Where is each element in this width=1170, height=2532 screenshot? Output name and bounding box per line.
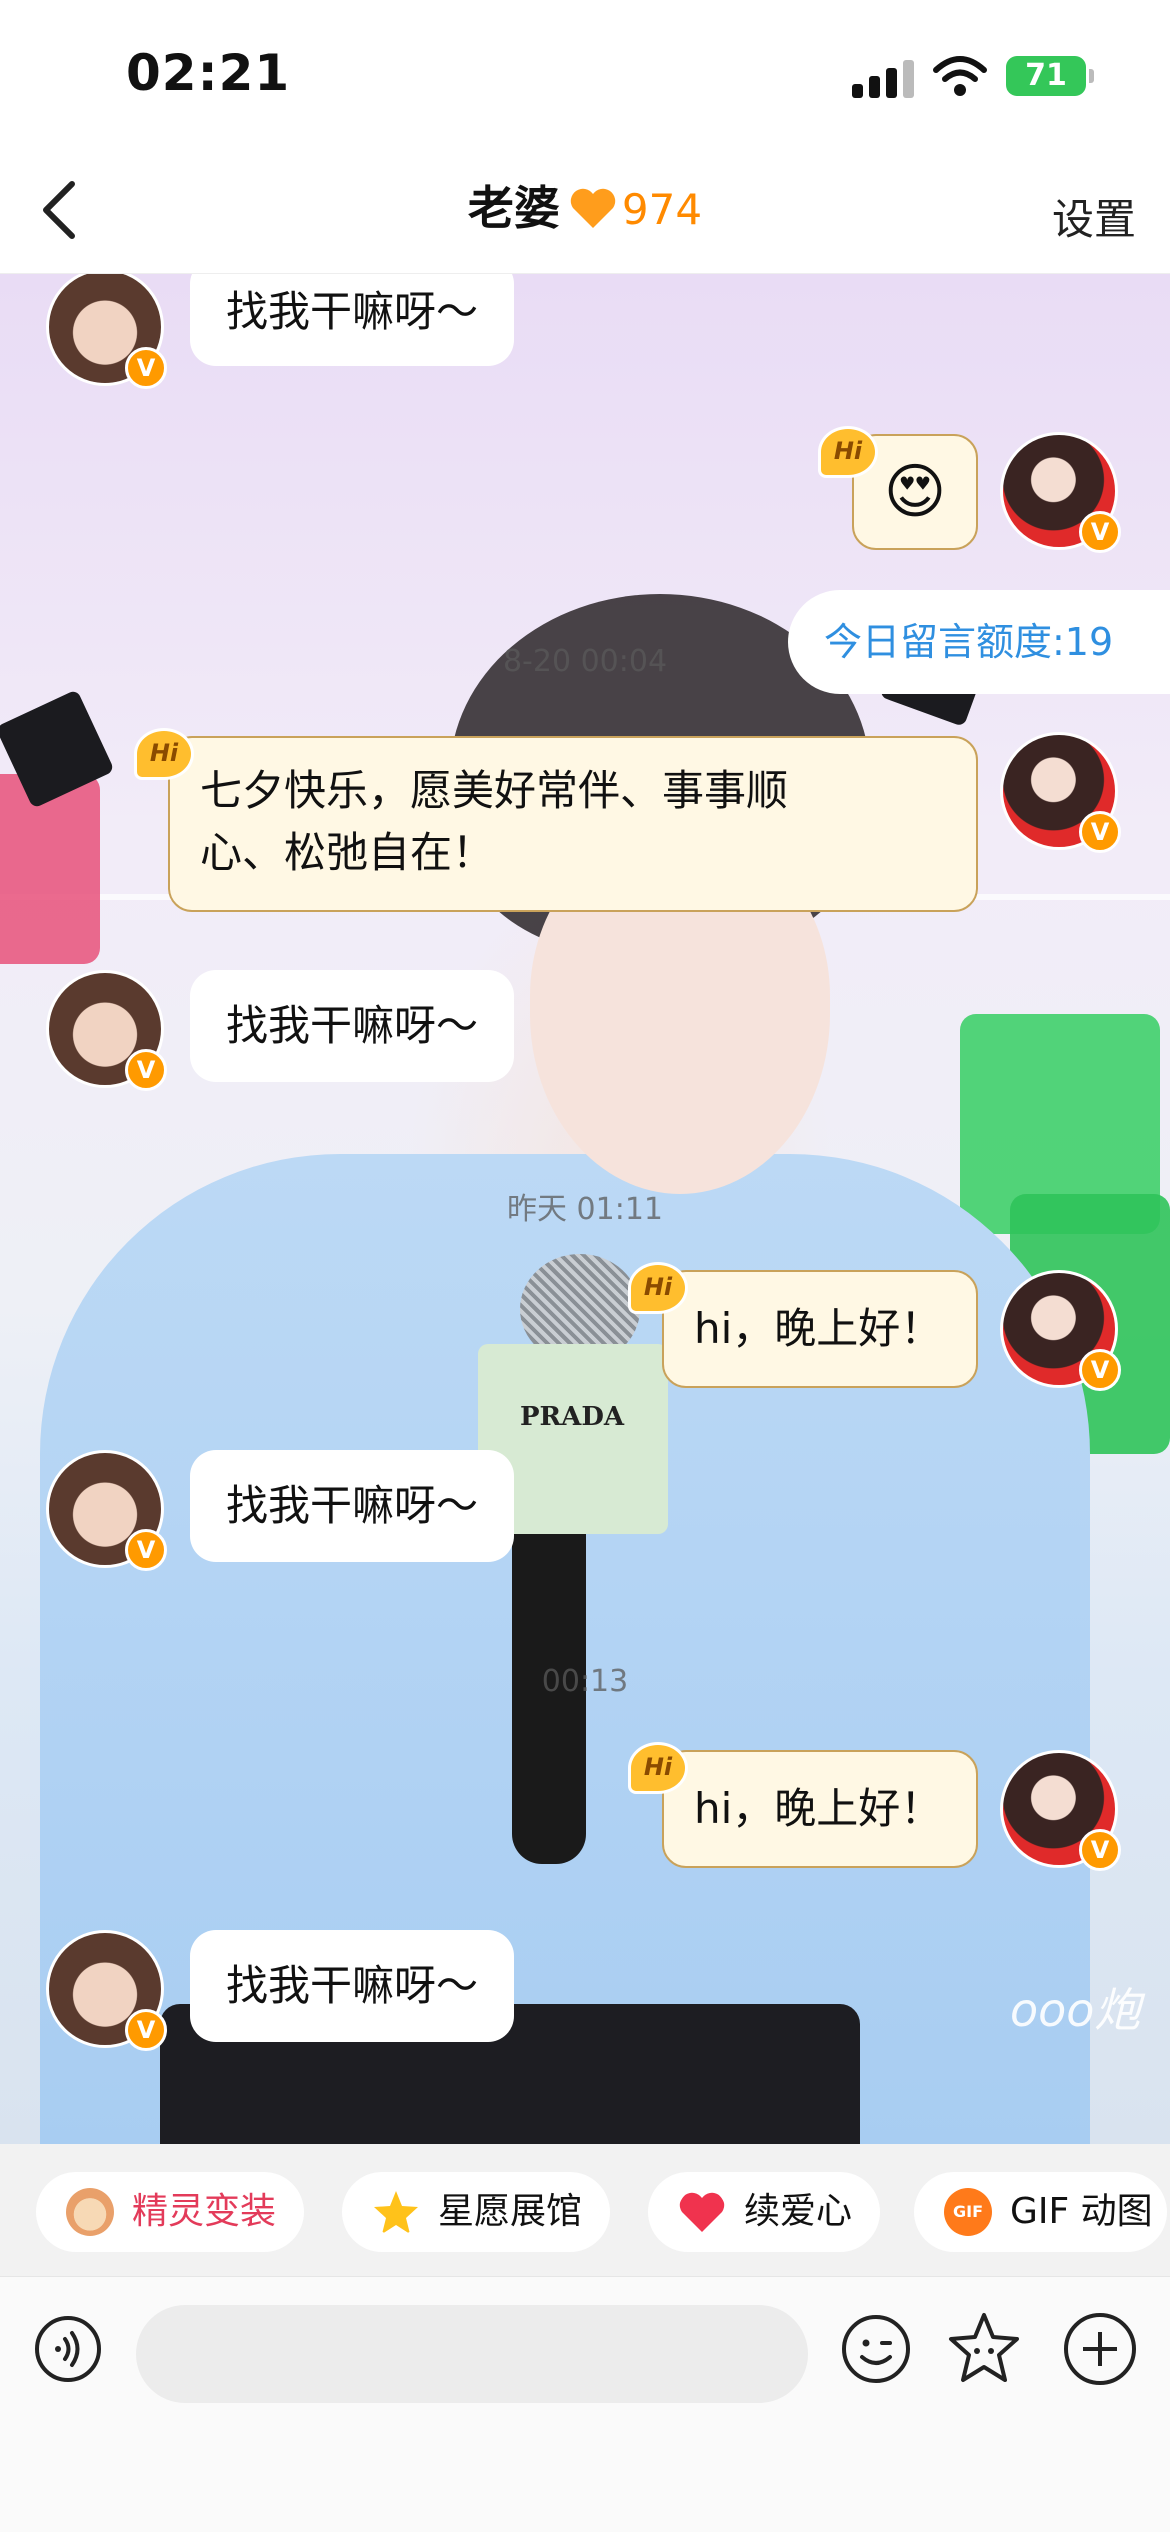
cellular-signal-icon (852, 58, 916, 98)
verified-badge: V (1079, 511, 1121, 553)
verified-badge: V (125, 1049, 167, 1091)
message-bubble[interactable]: 找我干嘛呀～ (190, 1450, 515, 1562)
verified-badge: V (125, 347, 167, 389)
star-sticker-icon[interactable] (944, 2309, 1024, 2389)
intimacy-score: 974 (621, 185, 703, 234)
hi-badge: Hi (134, 728, 194, 780)
message-bubble[interactable]: hi，晚上好！ (662, 1270, 978, 1388)
message-bubble[interactable]: 七夕快乐，愿美好常伴、事事顺 心、松弛自在！ (168, 736, 978, 912)
voice-icon[interactable] (34, 2315, 102, 2383)
gif-icon: GIF (944, 2188, 992, 2236)
input-bar (0, 2276, 1170, 2532)
verified-badge: V (1079, 1349, 1121, 1391)
wifi-icon (933, 56, 987, 96)
background-mic-handle (512, 1534, 586, 1864)
status-time: 02:21 (126, 44, 291, 102)
heart-icon (570, 188, 616, 228)
battery-icon: 71 (1006, 56, 1094, 96)
avatar[interactable]: V (46, 1450, 167, 1571)
chip-label: 续爱心 (744, 2191, 853, 2232)
avatar[interactable]: V (46, 274, 167, 389)
chip-label: 星愿展馆 (438, 2191, 583, 2232)
avatar[interactable]: V (1000, 432, 1121, 553)
message-bubble[interactable]: hi，晚上好！ (662, 1750, 978, 1868)
timestamp: 00:13 (541, 1664, 629, 1699)
hi-badge: Hi (628, 1262, 688, 1314)
chip-label: 精灵变装 (132, 2191, 277, 2232)
message-text-line: 七夕快乐，愿美好常伴、事事顺 (200, 766, 789, 815)
monkey-icon (66, 2188, 114, 2236)
hi-badge: Hi (628, 1742, 688, 1794)
status-bar: 02:21 71 (0, 0, 1170, 150)
chip-label: GIF 动图 (1010, 2191, 1153, 2232)
avatar[interactable]: V (1000, 1270, 1121, 1391)
nav-title-group: 老婆 974 (0, 174, 1170, 244)
hi-badge: Hi (818, 426, 878, 478)
chip-gif[interactable]: GIF GIF 动图 (914, 2172, 1167, 2252)
avatar[interactable]: V (1000, 732, 1121, 853)
message-bubble[interactable]: 找我干嘛呀～ (190, 1930, 515, 2042)
message-input[interactable] (136, 2305, 808, 2403)
verified-badge: V (1079, 811, 1121, 853)
avatar[interactable]: V (46, 970, 167, 1091)
add-icon[interactable] (1064, 2313, 1136, 2385)
message-bubble[interactable]: 找我干嘛呀～ (190, 970, 515, 1082)
chip-renew-heart[interactable]: 续爱心 (648, 2172, 881, 2252)
avatar[interactable]: V (1000, 1750, 1121, 1871)
background-watermark: ooo炮 (1010, 1983, 1141, 2037)
star-icon (374, 2191, 418, 2234)
message-bubble[interactable]: 找我干嘛呀～ (190, 274, 515, 366)
background-brand-text: PRADA (520, 1402, 625, 1432)
chip-star-wish-gallery[interactable]: 星愿展馆 (342, 2172, 611, 2252)
verified-badge: V (1079, 1829, 1121, 1871)
settings-button[interactable]: 设置 (1052, 186, 1136, 247)
emoji-icon[interactable] (840, 2313, 912, 2385)
verified-badge: V (125, 1529, 167, 1571)
page-title: 老婆 (467, 181, 560, 235)
quick-action-bar: 精灵变装 星愿展馆 续爱心 GIF GIF 动图 (0, 2144, 1170, 2276)
heart-icon (679, 2192, 725, 2232)
timestamp: 昨天 01:11 (507, 1192, 663, 1227)
timestamp: 8-20 00:04 (502, 644, 668, 679)
message-text-line: 心、松弛自在！ (200, 828, 495, 877)
avatar[interactable]: V (46, 1930, 167, 2051)
nav-bar: 老婆 974 设置 (0, 150, 1170, 274)
chat-area[interactable]: PRADA ooo炮 V 找我干嘛呀～ 今日留言额度:19 😍 Hi V 8-2… (0, 274, 1170, 2144)
verified-badge: V (125, 2009, 167, 2051)
background-bottle (0, 774, 100, 964)
chip-elf-costume[interactable]: 精灵变装 (36, 2172, 305, 2252)
emoji-sticker: 😍 (883, 457, 947, 527)
